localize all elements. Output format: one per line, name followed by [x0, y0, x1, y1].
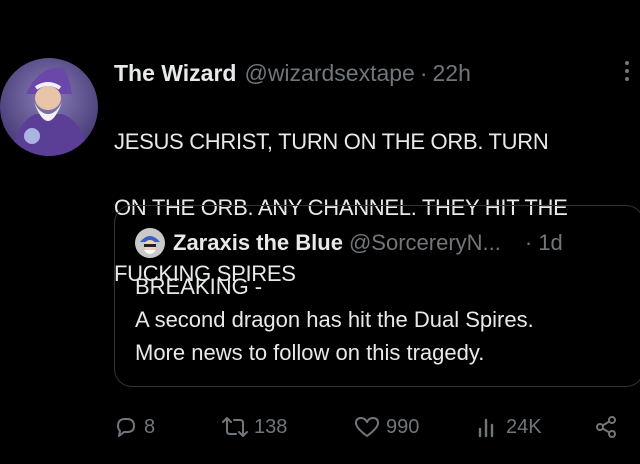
retweet-icon — [222, 417, 248, 437]
separator-dot: · — [419, 60, 428, 86]
quote-header: Zaraxis the Blue @SorcereryN... · 1d — [135, 228, 563, 258]
wizard-avatar-image — [135, 228, 165, 258]
retweet-button[interactable]: 138 — [222, 410, 287, 444]
more-icon[interactable] — [620, 56, 634, 86]
retweet-count: 138 — [254, 415, 288, 438]
author-handle[interactable]: @wizardsextape — [244, 58, 414, 88]
tweet-time[interactable]: 22h — [433, 58, 471, 88]
quote-text: BREAKING - A second dragon has hit the D… — [135, 270, 635, 369]
reply-button[interactable]: 8 — [114, 410, 155, 444]
quote-author-avatar — [135, 228, 165, 258]
quote-time[interactable]: · 1d — [525, 230, 563, 256]
quote-text-line: A second dragon has hit the Dual Spires. — [135, 307, 534, 332]
wizard-avatar-image — [0, 58, 98, 156]
quoted-tweet-card[interactable]: Zaraxis the Blue @SorcereryN... · 1d BRE… — [114, 205, 640, 387]
reply-icon — [117, 418, 135, 437]
author-avatar[interactable] — [0, 58, 98, 156]
share-button[interactable] — [594, 410, 618, 444]
reply-count: 8 — [144, 415, 156, 438]
views-count: 24K — [506, 415, 542, 438]
tweet-header: The Wizard @wizardsextape · 22h — [114, 58, 471, 88]
quote-author-name[interactable]: Zaraxis the Blue — [173, 230, 343, 256]
views-button[interactable]: 24K — [476, 410, 542, 444]
heart-icon — [355, 417, 379, 437]
author-name[interactable]: The Wizard — [114, 58, 236, 88]
quote-text-line: More news to follow on this tragedy. — [135, 340, 485, 365]
share-icon — [596, 416, 616, 438]
like-button[interactable]: 990 — [354, 410, 419, 444]
action-bar: 8 138 990 24K — [114, 410, 634, 444]
tweet-screenshot: The Wizard @wizardsextape · 22h JESUS CH… — [0, 0, 640, 464]
quote-text-line: BREAKING - — [135, 274, 263, 299]
views-icon — [478, 418, 494, 438]
tweet-text-line: JESUS CHRIST, TURN ON THE ORB. TURN — [114, 129, 549, 154]
quote-author-handle[interactable]: @SorcereryN... — [349, 230, 501, 256]
like-count: 990 — [386, 415, 420, 438]
